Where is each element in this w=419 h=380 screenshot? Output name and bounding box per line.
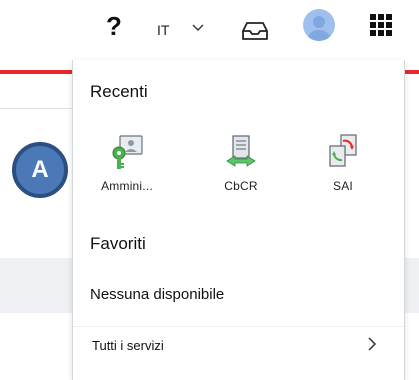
chevron-down-icon[interactable]	[191, 20, 205, 39]
recent-item-admin[interactable]: Ammini...	[87, 132, 167, 202]
apps-grid-icon[interactable]	[370, 14, 392, 41]
apps-menu-panel: Recenti Ammini... CbCR SAI Favoriti Ness…	[72, 60, 405, 380]
favorites-empty-text: Nessuna disponibile	[90, 286, 225, 303]
recent-item-sai[interactable]: SAI	[303, 132, 383, 202]
avatar[interactable]	[303, 9, 335, 41]
admin-key-icon	[107, 132, 147, 177]
annotation-badge: A	[12, 142, 68, 198]
sai-document-icon	[323, 132, 363, 177]
brand-accent-line	[0, 70, 72, 74]
help-icon[interactable]: ?	[106, 11, 122, 42]
favorites-section-title: Favoriti	[90, 234, 146, 253]
page-divider	[0, 108, 72, 109]
brand-accent-line-right	[403, 70, 419, 74]
recent-item-label: CbCR	[224, 179, 258, 193]
all-services-link[interactable]: Tutti i servizi	[73, 328, 404, 364]
chevron-right-icon	[366, 336, 378, 357]
top-bar: ? IT	[0, 0, 419, 56]
language-selector[interactable]: IT	[157, 22, 169, 38]
recent-item-cbcr[interactable]: CbCR	[201, 132, 281, 202]
all-services-label: Tutti i servizi	[92, 338, 164, 353]
recent-item-label: SAI	[333, 179, 353, 193]
recent-section-title: Recenti	[90, 82, 148, 101]
menu-divider	[73, 326, 404, 327]
inbox-icon[interactable]	[242, 20, 268, 47]
recent-item-label: Ammini...	[101, 179, 153, 193]
cbcr-document-icon	[221, 132, 261, 177]
